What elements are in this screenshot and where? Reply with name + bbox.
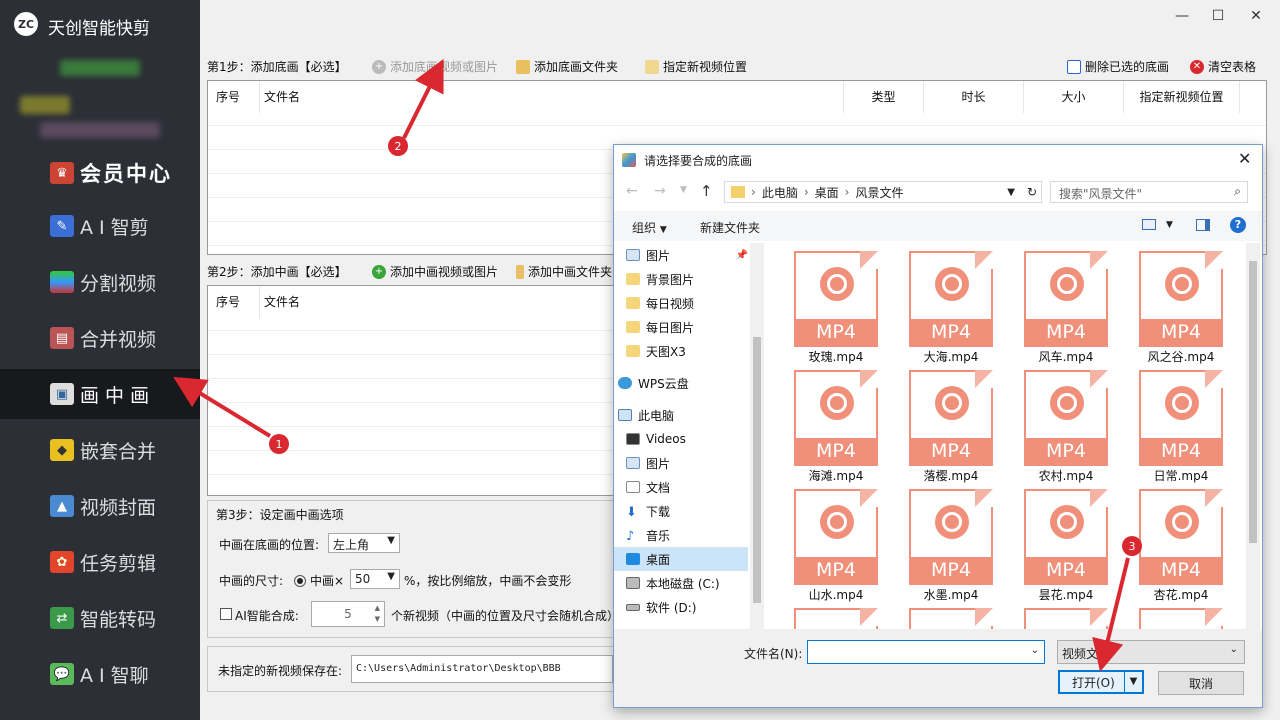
annotation-badge: 1 [269,434,289,454]
annotation-arrows [173,58,1130,672]
annotation-badge: 2 [388,136,408,156]
annotation-arrow [1092,557,1130,672]
annotation-arrow [173,376,272,438]
annotation-arrow [402,58,444,139]
annotation-badge: 3 [1122,536,1142,556]
